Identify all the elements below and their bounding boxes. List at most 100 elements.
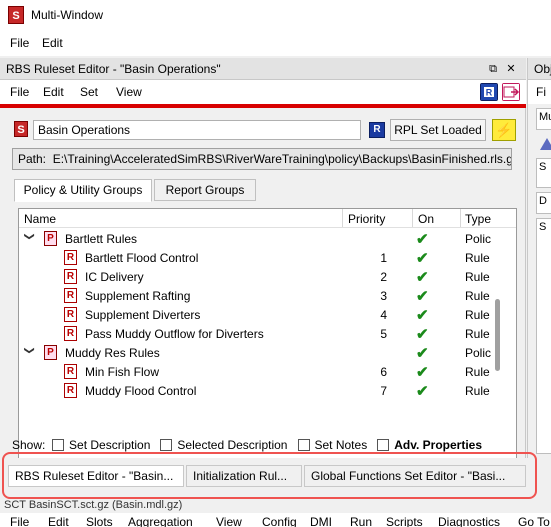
- workspace-menu-item[interactable]: Slots: [86, 515, 113, 527]
- rpl-set-loaded-button[interactable]: RPL Set Loaded: [390, 119, 486, 141]
- editor-menu-view[interactable]: View: [116, 85, 142, 99]
- row-type: Rule: [465, 251, 490, 265]
- rule-icon: R: [64, 307, 77, 322]
- table-header: Name Priority On Type: [19, 209, 516, 228]
- title-bar: S Multi-Window: [0, 0, 551, 30]
- editor-menu-file[interactable]: File: [10, 85, 29, 99]
- run-bolt-icon[interactable]: ⚡: [492, 119, 516, 141]
- on-check-icon[interactable]: ✔: [416, 287, 429, 305]
- path-field: Path: E:\Training\AcceleratedSimRBS\Rive…: [12, 148, 512, 170]
- on-check-icon[interactable]: ✔: [416, 325, 429, 343]
- table-row[interactable]: R Bartlett Flood Control 1 ✔ Rule: [19, 248, 499, 267]
- table-row-group[interactable]: ❯ P Bartlett Rules ✔ Polic: [19, 229, 499, 248]
- selected-description-checkbox[interactable]: [160, 439, 173, 451]
- svg-text:R: R: [486, 88, 493, 98]
- rule-icon: R: [64, 250, 77, 265]
- workspace-menu-item[interactable]: Edit: [48, 515, 69, 527]
- row-type: Rule: [465, 384, 490, 398]
- table-row[interactable]: R Min Fish Flow 6 ✔ Rule: [19, 362, 499, 381]
- set-notes-label[interactable]: Set Notes: [315, 438, 368, 452]
- set-notes-checkbox[interactable]: [297, 439, 310, 451]
- set-description-checkbox[interactable]: [52, 439, 65, 451]
- row-name: Muddy Flood Control: [85, 384, 197, 398]
- on-check-icon[interactable]: ✔: [416, 306, 429, 324]
- row-type: Rule: [465, 365, 490, 379]
- on-check-icon[interactable]: ✔: [416, 268, 429, 286]
- table-row[interactable]: R IC Delivery 2 ✔ Rule: [19, 267, 499, 286]
- column-separator[interactable]: [342, 209, 343, 227]
- rule-icon: R: [64, 288, 77, 303]
- workspace-menu-item[interactable]: Go To: [518, 515, 550, 527]
- on-check-icon[interactable]: ✔: [416, 382, 429, 400]
- object-panel-tab[interactable]: Mu: [536, 108, 551, 130]
- rpl-icon[interactable]: R: [369, 122, 385, 138]
- path-value: E:\Training\AcceleratedSimRBS\RiverWareT…: [52, 152, 512, 166]
- app-window: S Multi-Window File Edit RBS Ruleset Edi…: [0, 0, 551, 527]
- vertical-scroll-thumb[interactable]: [495, 299, 500, 371]
- menu-edit[interactable]: Edit: [42, 36, 63, 50]
- object-panel-item-s[interactable]: S: [536, 158, 551, 188]
- column-header-priority[interactable]: Priority: [348, 212, 385, 226]
- workspace-menu-item[interactable]: Config: [262, 515, 297, 527]
- object-panel-list[interactable]: S: [536, 218, 551, 454]
- table-row[interactable]: R Supplement Diverters 4 ✔ Rule: [19, 305, 499, 324]
- highlight-annotation: [2, 452, 537, 499]
- set-description-label[interactable]: Set Description: [69, 438, 150, 452]
- export-toolbar-icon[interactable]: [502, 83, 520, 101]
- editor-menu-set[interactable]: Set: [80, 85, 98, 99]
- row-name: IC Delivery: [85, 270, 144, 284]
- chevron-down-icon[interactable]: ❯: [24, 232, 35, 240]
- on-check-icon[interactable]: ✔: [416, 363, 429, 381]
- svg-text:S: S: [12, 10, 19, 22]
- rules-table: Name Priority On Type ❯ P Bartlett Rules ✔ P…: [18, 208, 517, 470]
- adv-properties-checkbox[interactable]: [377, 439, 390, 451]
- workspace-menu-item[interactable]: Scripts: [386, 515, 423, 527]
- row-type: Rule: [465, 327, 490, 341]
- column-separator[interactable]: [460, 209, 461, 227]
- tab-report-groups[interactable]: Report Groups: [154, 179, 256, 201]
- adv-properties-label[interactable]: Adv. Properties: [394, 438, 482, 452]
- path-label: Path:: [18, 152, 47, 166]
- object-panel-menu-file[interactable]: Fi: [528, 80, 551, 104]
- workspace-menu-bar: File Edit Slots Aggregation View Config DMI Run…: [0, 513, 551, 527]
- column-separator[interactable]: [412, 209, 413, 227]
- workspace-menu-item[interactable]: Run: [350, 515, 372, 527]
- workspace-menu-item[interactable]: View: [216, 515, 242, 527]
- column-header-type[interactable]: Type: [465, 212, 491, 226]
- chevron-down-icon[interactable]: ❯: [24, 346, 35, 354]
- row-name: Muddy Res Rules: [65, 346, 160, 360]
- editor-title-bar: RBS Ruleset Editor - "Basin Operations" …: [0, 58, 526, 80]
- on-check-icon[interactable]: ✔: [416, 249, 429, 267]
- editor-title: RBS Ruleset Editor - "Basin Operations": [6, 62, 221, 76]
- riverware-app-icon: S: [8, 6, 24, 24]
- row-priority: 4: [380, 308, 387, 322]
- window-title: Multi-Window: [31, 8, 104, 22]
- table-row[interactable]: R Muddy Flood Control 7 ✔ Rule: [19, 381, 499, 400]
- selected-description-label[interactable]: Selected Description: [177, 438, 287, 452]
- row-priority: 3: [380, 289, 387, 303]
- editor-menu-edit[interactable]: Edit: [43, 85, 64, 99]
- object-panel-item-d[interactable]: D: [536, 192, 551, 214]
- object-panel: Obj Fi Mu S D S: [527, 58, 551, 458]
- table-row[interactable]: R Supplement Rafting 3 ✔ Rule: [19, 286, 499, 305]
- column-header-on[interactable]: On: [418, 212, 434, 226]
- table-row-group[interactable]: ❯ P Muddy Res Rules ✔ Polic: [19, 343, 499, 362]
- restore-icon[interactable]: ⧉: [486, 62, 500, 76]
- workspace-menu-item[interactable]: Aggregation: [128, 515, 193, 527]
- menu-file[interactable]: File: [10, 36, 29, 50]
- column-header-name[interactable]: Name: [24, 212, 56, 226]
- policy-group-icon: P: [44, 345, 57, 360]
- workspace-menu-item[interactable]: DMI: [310, 515, 332, 527]
- status-text: SCT BasinSCT.sct.gz (Basin.mdl.gz): [4, 499, 183, 511]
- tab-policy-utility-groups[interactable]: Policy & Utility Groups: [14, 179, 152, 202]
- workspace-menu-item[interactable]: File: [10, 515, 29, 527]
- ruleset-icon: S: [14, 121, 28, 137]
- ruleset-name-field[interactable]: Basin Operations: [33, 120, 361, 140]
- workspace-menu-item[interactable]: Diagnostics: [438, 515, 500, 527]
- on-check-icon[interactable]: ✔: [416, 344, 429, 362]
- on-check-icon[interactable]: ✔: [416, 230, 429, 248]
- row-name: Supplement Diverters: [85, 308, 201, 322]
- rpl-toolbar-icon[interactable]: R: [480, 83, 498, 101]
- table-row[interactable]: R Pass Muddy Outflow for Diverters 5 ✔ Rule: [19, 324, 499, 343]
- close-icon[interactable]: ✕: [504, 62, 518, 76]
